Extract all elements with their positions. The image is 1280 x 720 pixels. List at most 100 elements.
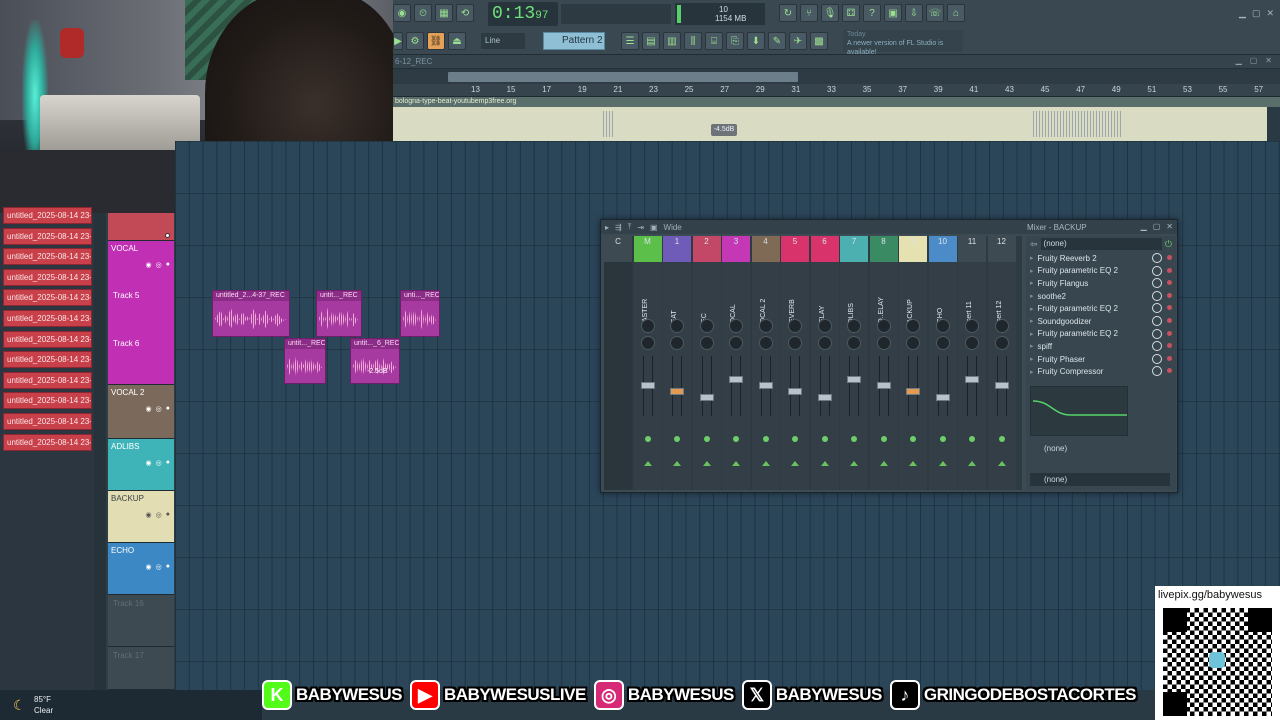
mixer-strip[interactable]: 2REC [692, 236, 721, 490]
stereo-knob[interactable] [965, 336, 979, 350]
slot-arrow-icon[interactable]: ▸ [1030, 279, 1034, 287]
fx-enable-led[interactable] [939, 436, 946, 442]
route-arrow-icon[interactable] [643, 461, 652, 466]
stereo-knob[interactable] [994, 336, 1009, 350]
mic-icon[interactable]: 🎙 [821, 4, 839, 22]
plugin-picker-icon[interactable]: ⬇ [747, 32, 765, 50]
volume-fader[interactable] [906, 388, 920, 395]
playlist-maximize-icon[interactable]: ▢ [1250, 56, 1258, 65]
mixer-strip[interactable]: 10 ECHO [928, 236, 957, 490]
slot-enable-led[interactable] [1167, 355, 1172, 361]
mixer-strip[interactable]: 6 DELAY [810, 236, 839, 490]
pattern-list-item[interactable]: untitled_2025-08-14 23- [3, 413, 92, 430]
dot-icon[interactable]: ● [166, 511, 170, 519]
slot-enable-led[interactable] [1167, 317, 1172, 323]
pan-knob[interactable] [994, 319, 1009, 333]
dot-icon[interactable]: ● [166, 261, 170, 269]
route-arrow-icon[interactable] [820, 461, 829, 466]
volume-fader-track[interactable] [731, 356, 741, 416]
slot-arrow-icon[interactable]: ▸ [1030, 254, 1034, 262]
mixer-strip[interactable]: 4 VOCAL 2 [751, 236, 780, 490]
snap-selector[interactable]: Line [481, 33, 525, 49]
stereo-knob[interactable] [670, 336, 684, 350]
fx-slot[interactable]: ▸ Fruity Flangus [1026, 277, 1176, 290]
volume-fader-track[interactable] [701, 356, 712, 416]
pattern-list-item[interactable]: untitled_2025-08-14 23- [3, 351, 92, 369]
stereo-knob[interactable] [788, 336, 802, 350]
audio-clip[interactable]: untit..._6_REC -2.5dB [350, 338, 400, 384]
fx-slot[interactable]: ▸ Fruity Compressor [1026, 365, 1176, 378]
save-icon[interactable]: ▣ [884, 4, 902, 22]
mixer-strip[interactable]: M MASTER [633, 236, 662, 490]
mix-knob[interactable] [1152, 315, 1162, 326]
mute-icon[interactable]: ◉ [146, 405, 152, 413]
track-header-backup[interactable]: BACKUP ◉ ◎ ● [108, 491, 174, 543]
mixer-minimize-icon[interactable]: ▁ [1141, 222, 1147, 231]
stereo-knob[interactable] [729, 336, 743, 350]
mute-icon[interactable]: ◉ [146, 459, 152, 467]
pattern-list-item[interactable]: untitled_2025-08-14 23- [3, 248, 92, 266]
piano-roll-icon[interactable]: ▤ [642, 32, 660, 50]
volume-fader[interactable] [817, 394, 832, 401]
mix-knob[interactable] [1152, 278, 1162, 289]
pattern-list-item[interactable]: untitled_2025-08-14 23- [3, 371, 92, 389]
slot-arrow-icon[interactable]: ▸ [1030, 355, 1034, 363]
route-arrow-icon[interactable] [791, 461, 799, 466]
power-icon[interactable]: ⏻ [1165, 239, 1172, 250]
slot-arrow-icon[interactable]: ▸ [1030, 292, 1034, 300]
audio-clip[interactable]: untit..._REC [316, 290, 362, 337]
route-arrow-icon[interactable] [997, 461, 1006, 466]
stereo-knob[interactable] [817, 336, 832, 350]
mix-knob[interactable] [1152, 366, 1162, 377]
volume-fader[interactable] [729, 376, 743, 383]
timeline-ruler[interactable]: 13 15 17 19 21 23 25 27 29 31 33 35 37 39 41 43 45 47 49 51… [393, 84, 1280, 97]
pan-knob[interactable] [906, 319, 920, 333]
fx-slot[interactable]: ▸ soothe2 [1026, 290, 1176, 303]
taskbar-weather[interactable]: ☾ 85°F Clear [0, 690, 262, 720]
mute-icon[interactable]: ◉ [146, 563, 152, 571]
mixer-strip[interactable]: 9 BACKUP [899, 236, 927, 490]
maximize-icon[interactable]: ▢ [1252, 8, 1261, 19]
mixer-strip[interactable]: 8 AD..ELAY [869, 236, 898, 490]
slot-enable-led[interactable] [1167, 343, 1172, 349]
fx-slot[interactable]: ▸ spiff [1026, 340, 1176, 353]
pattern-selector[interactable]: Pattern 2 [543, 32, 605, 50]
pattern-list-item[interactable]: untitled_2025-08-14 23- [3, 310, 92, 327]
cpu-meter[interactable]: 10 1154 MB [675, 3, 765, 25]
eq-graph[interactable] [1030, 386, 1128, 436]
news-panel[interactable]: Today A newer version of FL Studio is av… [843, 30, 963, 56]
mute-icon[interactable]: ◉ [146, 261, 152, 269]
audio-clip[interactable]: unti..._REC [400, 290, 440, 337]
volume-fader[interactable] [935, 394, 950, 401]
pattern-list-item[interactable]: untitled_2025-08-14 23- [3, 227, 92, 245]
track-controls[interactable]: ◉ ◎ ● [146, 563, 170, 571]
video-icon[interactable]: ✈ [789, 32, 807, 50]
fx-slot[interactable]: ▸ Fruity parametric EQ 2 [1026, 265, 1176, 278]
play-icon[interactable]: ▶ [393, 32, 403, 50]
audio-clip[interactable]: untit..._REC [284, 338, 326, 384]
solo-icon[interactable]: ◎ [156, 459, 162, 467]
mixer-strip[interactable]: 5 REVERB [781, 236, 809, 490]
input-icon[interactable]: ⇦ [1030, 239, 1038, 250]
volume-fader[interactable] [876, 382, 891, 389]
mix-knob[interactable] [1152, 341, 1162, 352]
slot-arrow-icon[interactable]: ▸ [1030, 368, 1034, 376]
track-header-top[interactable] [108, 213, 174, 241]
pan-knob[interactable] [817, 319, 832, 333]
fx-enable-led[interactable] [733, 436, 739, 442]
chat-icon[interactable]: ☏ [926, 4, 944, 22]
stereo-knob[interactable] [906, 336, 920, 350]
fx-enable-led[interactable] [969, 436, 975, 442]
route-arrow-icon[interactable] [850, 461, 858, 466]
solo-icon[interactable]: ◎ [156, 261, 162, 269]
link-icon[interactable]: ⛓ [427, 32, 445, 50]
playlist-close-icon[interactable]: ✕ [1265, 56, 1272, 65]
pan-knob[interactable] [847, 319, 861, 333]
countdown-icon[interactable]: ⏲ [414, 4, 432, 22]
pattern-list-item[interactable]: untitled_2025-08-14 23- [3, 268, 92, 286]
mix-knob[interactable] [1152, 303, 1162, 314]
volume-fader[interactable] [670, 388, 684, 395]
mix-knob[interactable] [1152, 290, 1162, 301]
browser-icon[interactable]: ⌸ [705, 32, 723, 50]
pan-knob[interactable] [965, 319, 979, 333]
